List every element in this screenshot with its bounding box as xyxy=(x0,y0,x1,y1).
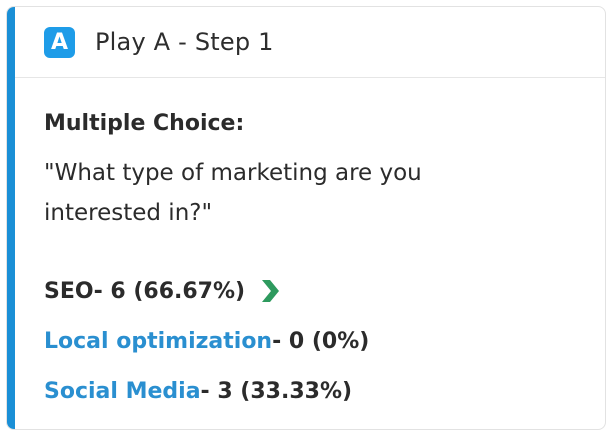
answer-row-seo: SEO - 6 (66.67%) xyxy=(44,266,369,316)
answer-stat: - 0 (0%) xyxy=(272,328,370,354)
play-badge: A xyxy=(44,26,75,58)
answer-link[interactable]: Local optimization xyxy=(44,329,272,354)
answer-link[interactable]: Social Media xyxy=(44,379,201,404)
answer-row-social-media: Social Media - 3 (33.33%) xyxy=(44,366,369,416)
card-body: Multiple Choice: "What type of marketing… xyxy=(15,78,605,429)
answer-list: SEO - 6 (66.67%) Local optimization - 0 … xyxy=(44,266,369,416)
answer-stat: - 3 (33.33%) xyxy=(200,378,353,404)
answer-row-local-optimization: Local optimization - 0 (0%) xyxy=(44,316,369,366)
question-type-label: Multiple Choice: xyxy=(44,111,245,136)
card-header: A Play A - Step 1 xyxy=(15,7,605,78)
question-text: "What type of marketing are you interest… xyxy=(44,160,422,226)
chevron-right-icon[interactable] xyxy=(259,277,281,305)
card-accent-bar xyxy=(7,7,15,429)
card-title: Play A - Step 1 xyxy=(95,28,274,56)
answer-label: SEO xyxy=(44,278,94,304)
play-step-card: A Play A - Step 1 Multiple Choice: "What… xyxy=(6,6,606,430)
answer-stat: - 6 (66.67%) xyxy=(93,278,246,304)
